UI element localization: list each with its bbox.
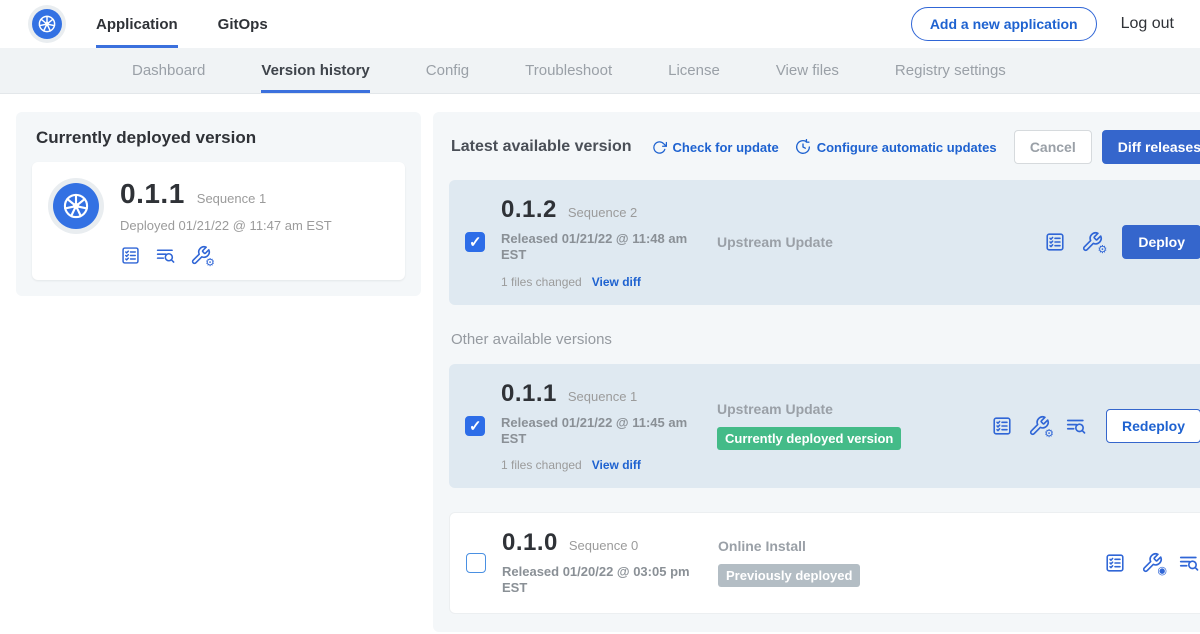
version-checkbox[interactable]: [465, 416, 485, 436]
gear-icon: ⚙: [1097, 245, 1107, 256]
released-timestamp: Released 01/21/22 @ 11:45 am EST: [501, 415, 699, 448]
currently-deployed-card: Currently deployed version 0.1.1 Sequenc…: [16, 112, 421, 296]
subnav-troubleshoot[interactable]: Troubleshoot: [525, 48, 612, 93]
view-logs-icon[interactable]: [155, 245, 176, 266]
add-application-button[interactable]: Add a new application: [911, 7, 1097, 41]
subnav-license[interactable]: License: [668, 48, 720, 93]
files-changed-label: 1 files changed: [501, 458, 582, 472]
view-config-icon[interactable]: ◉: [1141, 552, 1163, 574]
version-source: Online Install Previously deployed: [718, 538, 992, 587]
edit-config-icon[interactable]: ⚙: [1028, 415, 1050, 437]
version-actions: ⚙ Deploy: [1044, 225, 1200, 259]
clock-refresh-icon: [795, 139, 811, 155]
deploy-button[interactable]: Deploy: [1122, 225, 1200, 259]
redeploy-button[interactable]: Redeploy: [1106, 409, 1200, 443]
view-logs-icon[interactable]: [1065, 415, 1087, 437]
deployed-version-number: 0.1.1: [120, 178, 185, 210]
diff-releases-button[interactable]: Diff releases: [1102, 130, 1200, 164]
source-label: Online Install: [718, 538, 992, 554]
gear-icon: ⚙: [205, 258, 215, 269]
previously-deployed-badge: Previously deployed: [718, 564, 860, 587]
edit-config-icon[interactable]: ⚙: [190, 245, 211, 266]
version-info: 0.1.2 Sequence 2 Released 01/21/22 @ 11:…: [501, 196, 717, 289]
refresh-icon: [652, 140, 667, 155]
subnav-version-history[interactable]: Version history: [261, 48, 369, 93]
version-history-panel: Latest available version Check for updat…: [433, 112, 1200, 632]
files-changed-label: 1 files changed: [501, 275, 582, 289]
deployed-timestamp: Deployed 01/21/22 @ 11:47 am EST: [120, 218, 332, 233]
tab-gitops[interactable]: GitOps: [218, 0, 268, 48]
version-row-0-1-1: 0.1.1 Sequence 1 Released 01/21/22 @ 11:…: [449, 364, 1200, 489]
check-for-update-label: Check for update: [673, 140, 779, 155]
gear-icon: ⚙: [1044, 429, 1054, 440]
configure-updates-label: Configure automatic updates: [817, 140, 997, 155]
app-logo: [28, 5, 66, 43]
version-checkbox[interactable]: [466, 553, 486, 573]
version-number: 0.1.1: [501, 380, 557, 408]
version-actions: ◉: [1104, 552, 1200, 574]
subnav-config[interactable]: Config: [426, 48, 469, 93]
deployed-version-tile: 0.1.1 Sequence 1 Deployed 01/21/22 @ 11:…: [32, 162, 405, 280]
version-row-0-1-2: 0.1.2 Sequence 2 Released 01/21/22 @ 11:…: [449, 180, 1200, 305]
tab-application[interactable]: Application: [96, 0, 178, 48]
version-row-0-1-0: 0.1.0 Sequence 0 Released 01/20/22 @ 03:…: [449, 512, 1200, 614]
version-info: 0.1.1 Sequence 1 Released 01/21/22 @ 11:…: [501, 380, 717, 473]
latest-version-header: Latest available version Check for updat…: [449, 130, 1200, 164]
main-content: Currently deployed version 0.1.1 Sequenc…: [0, 94, 1200, 632]
deployed-version-info: 0.1.1 Sequence 1 Deployed 01/21/22 @ 11:…: [120, 178, 332, 266]
sequence-label: Sequence 1: [568, 389, 637, 404]
currently-deployed-title: Currently deployed version: [36, 128, 405, 148]
eye-icon: ◉: [1157, 566, 1167, 577]
sequence-label: Sequence 0: [569, 538, 638, 553]
latest-version-title: Latest available version: [451, 138, 632, 156]
version-source: Upstream Update Currently deployed versi…: [717, 401, 991, 450]
release-notes-icon[interactable]: [991, 415, 1013, 437]
release-notes-icon[interactable]: [120, 245, 141, 266]
version-checkbox[interactable]: [465, 232, 485, 252]
release-notes-icon[interactable]: [1104, 552, 1126, 574]
view-diff-link[interactable]: View diff: [592, 275, 641, 289]
other-versions-title: Other available versions: [451, 331, 1200, 348]
topbar-right: Add a new application Log out: [911, 0, 1174, 48]
version-info: 0.1.0 Sequence 0 Released 01/20/22 @ 03:…: [502, 529, 718, 597]
subnav-view-files[interactable]: View files: [776, 48, 839, 93]
topbar: Application GitOps Add a new application…: [0, 0, 1200, 48]
kubernetes-logo-icon: [32, 9, 62, 39]
check-for-update-link[interactable]: Check for update: [652, 140, 779, 155]
view-logs-icon[interactable]: [1178, 552, 1200, 574]
configure-updates-link[interactable]: Configure automatic updates: [795, 139, 997, 155]
version-number: 0.1.0: [502, 529, 558, 557]
released-timestamp: Released 01/20/22 @ 03:05 pm EST: [502, 564, 700, 597]
deployed-action-icons: ⚙: [120, 245, 332, 266]
deployed-sequence-label: Sequence 1: [197, 191, 266, 206]
version-actions: ⚙ Redeploy: [991, 409, 1200, 443]
files-changed-line: 1 files changed View diff: [501, 458, 717, 472]
topbar-tabs: Application GitOps: [96, 0, 268, 48]
currently-deployed-badge: Currently deployed version: [717, 427, 901, 450]
app-subnav: Dashboard Version history Config Trouble…: [0, 48, 1200, 94]
kubernetes-app-icon: [53, 183, 99, 229]
cancel-button[interactable]: Cancel: [1014, 130, 1092, 164]
released-timestamp: Released 01/21/22 @ 11:48 am EST: [501, 231, 699, 264]
release-notes-icon[interactable]: [1044, 231, 1066, 253]
view-diff-link[interactable]: View diff: [592, 458, 641, 472]
app-icon-ring: [48, 178, 104, 234]
version-source: Upstream Update: [717, 234, 991, 250]
header-buttons: Cancel Diff releases: [1014, 130, 1200, 164]
source-label: Upstream Update: [717, 401, 991, 417]
source-label: Upstream Update: [717, 234, 991, 250]
files-changed-line: 1 files changed View diff: [501, 275, 717, 289]
edit-config-icon[interactable]: ⚙: [1081, 231, 1103, 253]
subnav-dashboard[interactable]: Dashboard: [132, 48, 205, 93]
sequence-label: Sequence 2: [568, 205, 637, 220]
logout-button[interactable]: Log out: [1121, 15, 1174, 33]
version-number: 0.1.2: [501, 196, 557, 224]
subnav-registry-settings[interactable]: Registry settings: [895, 48, 1006, 93]
